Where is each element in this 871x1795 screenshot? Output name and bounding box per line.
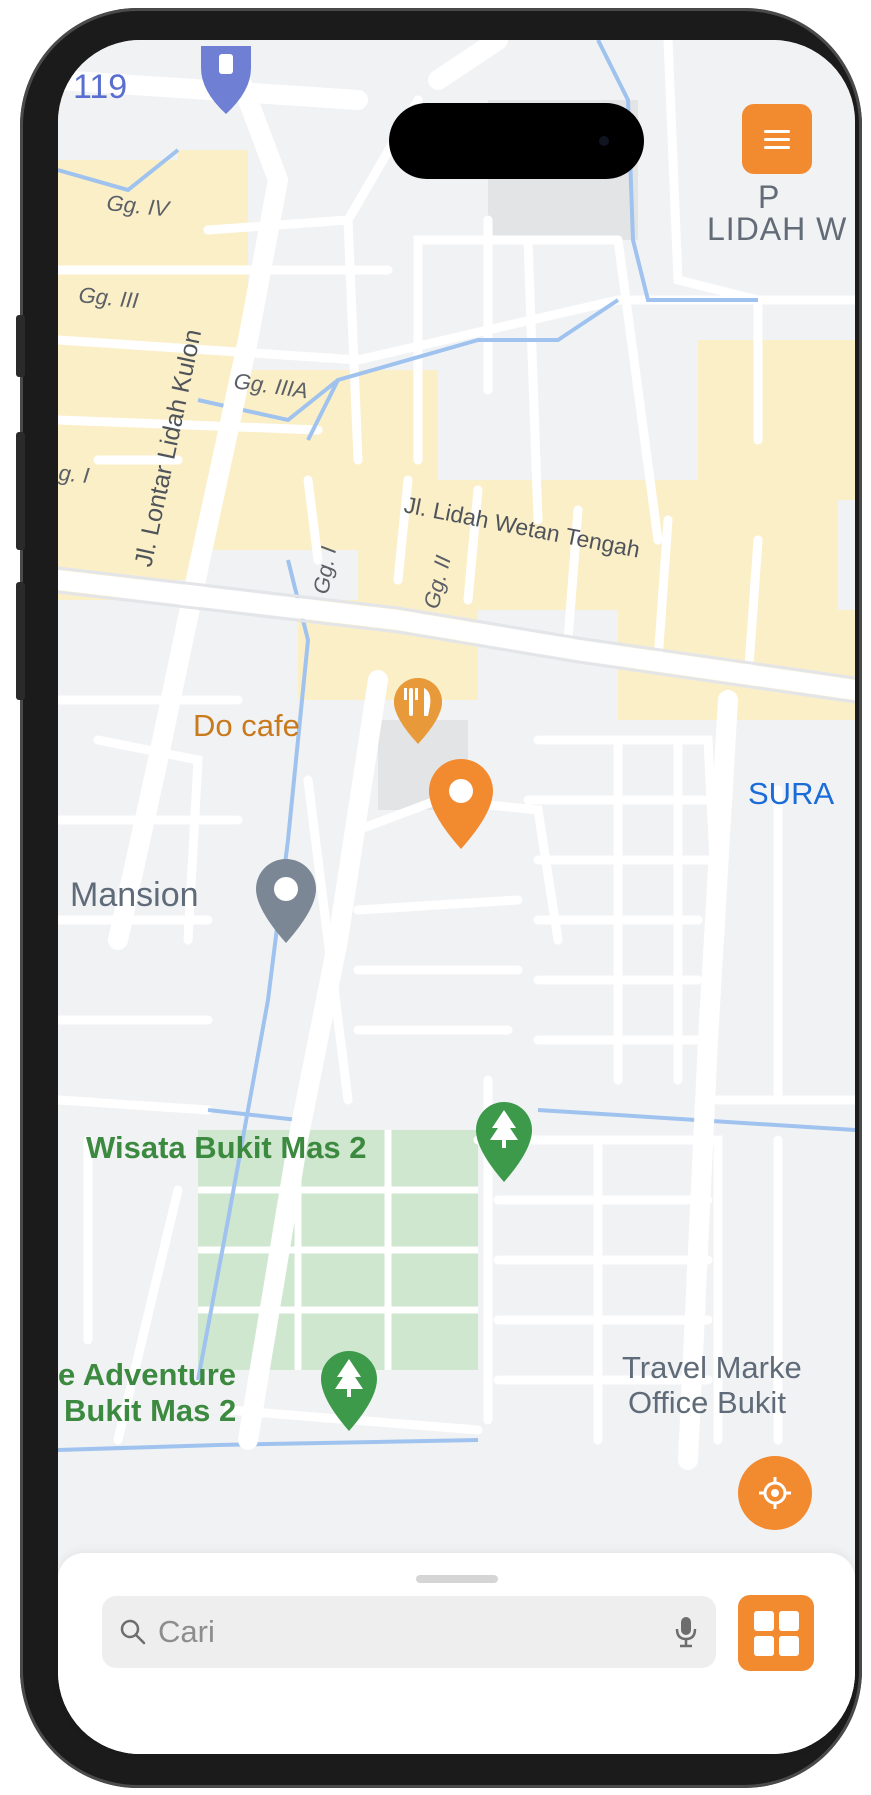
- bottom-sheet: [58, 1553, 855, 1754]
- place-label-travel-line2: Office Bukit: [628, 1385, 786, 1420]
- place-label-wisata: Wisata Bukit Mas 2: [86, 1130, 367, 1165]
- phone-volume-up-button: [16, 432, 25, 550]
- dynamic-island: [389, 103, 644, 179]
- screen: 119 P LIDAH W Gg. IV Gg. III Gg. IIIA g.…: [58, 40, 855, 1754]
- search-bar[interactable]: [102, 1596, 716, 1668]
- grid-menu-button[interactable]: [738, 1595, 814, 1671]
- place-label-do-cafe: Do cafe: [193, 708, 300, 743]
- phone-volume-down-button: [16, 582, 25, 700]
- search-input[interactable]: [156, 1613, 640, 1651]
- place-label-adventure-line2: Bukit Mas 2: [64, 1393, 236, 1428]
- place-label-travel-line1: Travel Marke: [622, 1350, 802, 1385]
- map-view[interactable]: 119 P LIDAH W Gg. IV Gg. III Gg. IIIA g.…: [58, 40, 855, 1754]
- search-icon: [118, 1617, 148, 1647]
- place-label-adventure-line1: e Adventure: [58, 1357, 236, 1392]
- area-label-lidah: LIDAH W: [707, 211, 847, 247]
- route-number-label: 119: [73, 68, 127, 106]
- locate-icon: [759, 1477, 791, 1509]
- place-label-mansion: Mansion: [70, 876, 199, 914]
- grid-icon: [753, 1610, 799, 1656]
- drag-handle[interactable]: [416, 1575, 498, 1583]
- locate-button[interactable]: [738, 1456, 812, 1530]
- mic-icon[interactable]: [668, 1614, 704, 1650]
- street-label-gg-i-left: g. I: [58, 460, 91, 488]
- menu-icon: [764, 129, 790, 149]
- phone-action-button: [16, 315, 25, 377]
- menu-button[interactable]: [742, 104, 812, 174]
- district-label-sura: SURA: [748, 776, 834, 811]
- area-label-p: P: [758, 179, 779, 215]
